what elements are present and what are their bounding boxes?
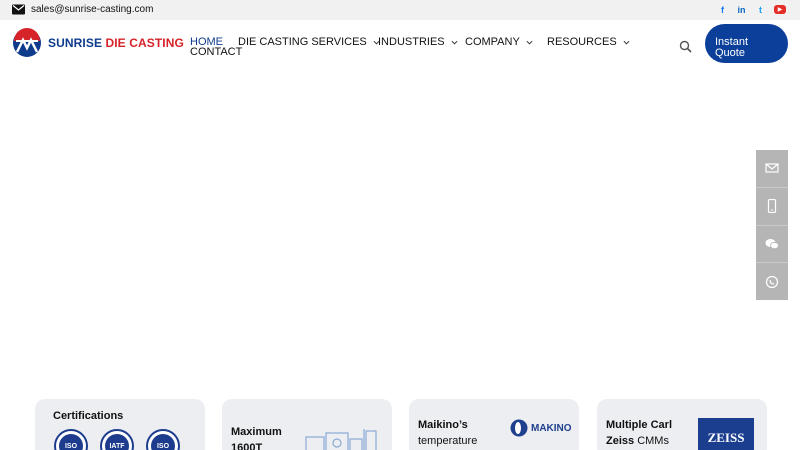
zeiss-logo: ZEISS — [698, 418, 754, 450]
badge-label: ISO — [59, 434, 83, 450]
social-links: f in t ▶ — [717, 4, 786, 15]
nav-label-die-casting-services: DIE CASTING SERVICES — [238, 36, 367, 48]
card-makino: Maikino’s temperature MAKINO — [409, 399, 579, 450]
nav-item-industries[interactable]: INDUSTRIES — [378, 36, 458, 48]
makino-logo: MAKINO — [510, 419, 572, 437]
card-title-line1: Maximum — [231, 426, 282, 438]
whatsapp-icon — [765, 275, 779, 288]
mail-icon — [12, 4, 25, 15]
nav-item-company[interactable]: COMPANY — [465, 36, 533, 48]
card-title: Maikino’s temperature — [418, 417, 477, 449]
top-bar: sales@sunrise-casting.com f in t ▶ — [0, 0, 800, 20]
twitter-icon[interactable]: t — [755, 4, 766, 15]
badge-label: IATF — [105, 434, 129, 450]
zeiss-logo-text: ZEISS — [707, 430, 745, 445]
search-icon[interactable] — [679, 40, 692, 53]
card-zeiss-cmm: Multiple Carl Zeiss CMMs ZEISS — [597, 399, 767, 450]
nav-item-contact[interactable]: CONTACT — [190, 46, 242, 58]
youtube-icon[interactable]: ▶ — [774, 5, 786, 14]
card-title: Maximum 1600T — [231, 424, 282, 450]
float-wechat-button[interactable] — [756, 226, 788, 264]
card-title-cmms: CMMs — [634, 435, 669, 447]
quote-label-line2: Quote — [715, 47, 745, 59]
nav-item-die-casting-services[interactable]: DIE CASTING SERVICES — [238, 36, 380, 48]
phone-icon — [767, 199, 777, 214]
float-email-button[interactable] — [756, 150, 788, 188]
chevron-down-icon — [451, 40, 458, 45]
badge-label: ISO — [151, 434, 175, 450]
nav-label-industries: INDUSTRIES — [378, 36, 445, 48]
card-title-zeiss: Zeiss — [606, 435, 635, 447]
nav-item-resources[interactable]: RESOURCES — [547, 36, 630, 48]
wechat-icon — [765, 238, 779, 249]
nav-label-company: COMPANY — [465, 36, 520, 48]
email-text: sales@sunrise-casting.com — [31, 4, 154, 15]
logo-mark-icon — [13, 28, 41, 57]
machine-illustration-icon — [305, 429, 377, 450]
mail-icon — [765, 163, 779, 173]
card-title-line2: 1600T — [231, 442, 263, 450]
chevron-down-icon — [623, 40, 630, 45]
iso-badge-icon: ISO — [146, 429, 180, 450]
card-title: Multiple Carl Zeiss CMMs — [606, 417, 672, 449]
floating-contact-bar — [756, 150, 788, 300]
chevron-down-icon — [526, 40, 533, 45]
linkedin-icon[interactable]: in — [736, 4, 747, 15]
makino-logo-icon — [510, 419, 528, 437]
instant-quote-button[interactable]: Instant Quote — [705, 24, 788, 63]
logo-text: SUNRISE DIE CASTING — [48, 36, 184, 50]
nav-label-resources: RESOURCES — [547, 36, 617, 48]
iatf-badge-icon: IATF — [100, 429, 134, 450]
email-link[interactable]: sales@sunrise-casting.com — [12, 4, 153, 15]
logo-text-sunrise: SUNRISE — [48, 36, 103, 50]
logo-text-die-casting: DIE CASTING — [105, 36, 184, 50]
card-title-line2: temperature — [418, 435, 478, 447]
card-maximum-tonnage: Maximum 1600T — [222, 399, 392, 450]
card-title: Certifications — [53, 410, 124, 422]
nav-label-contact: CONTACT — [190, 46, 243, 58]
card-certifications: Certifications ISO IATF ISO — [35, 399, 205, 450]
makino-logo-text: MAKINO — [531, 422, 572, 434]
card-title-line1: Multiple Carl — [606, 419, 673, 431]
float-phone-button[interactable] — [756, 188, 788, 226]
iso-badge-icon: ISO — [54, 429, 88, 450]
float-whatsapp-button[interactable] — [756, 263, 788, 300]
card-title-line1: Maikino’s — [418, 419, 468, 431]
facebook-icon[interactable]: f — [717, 4, 728, 15]
site-logo[interactable]: SUNRISE DIE CASTING — [12, 28, 184, 58]
